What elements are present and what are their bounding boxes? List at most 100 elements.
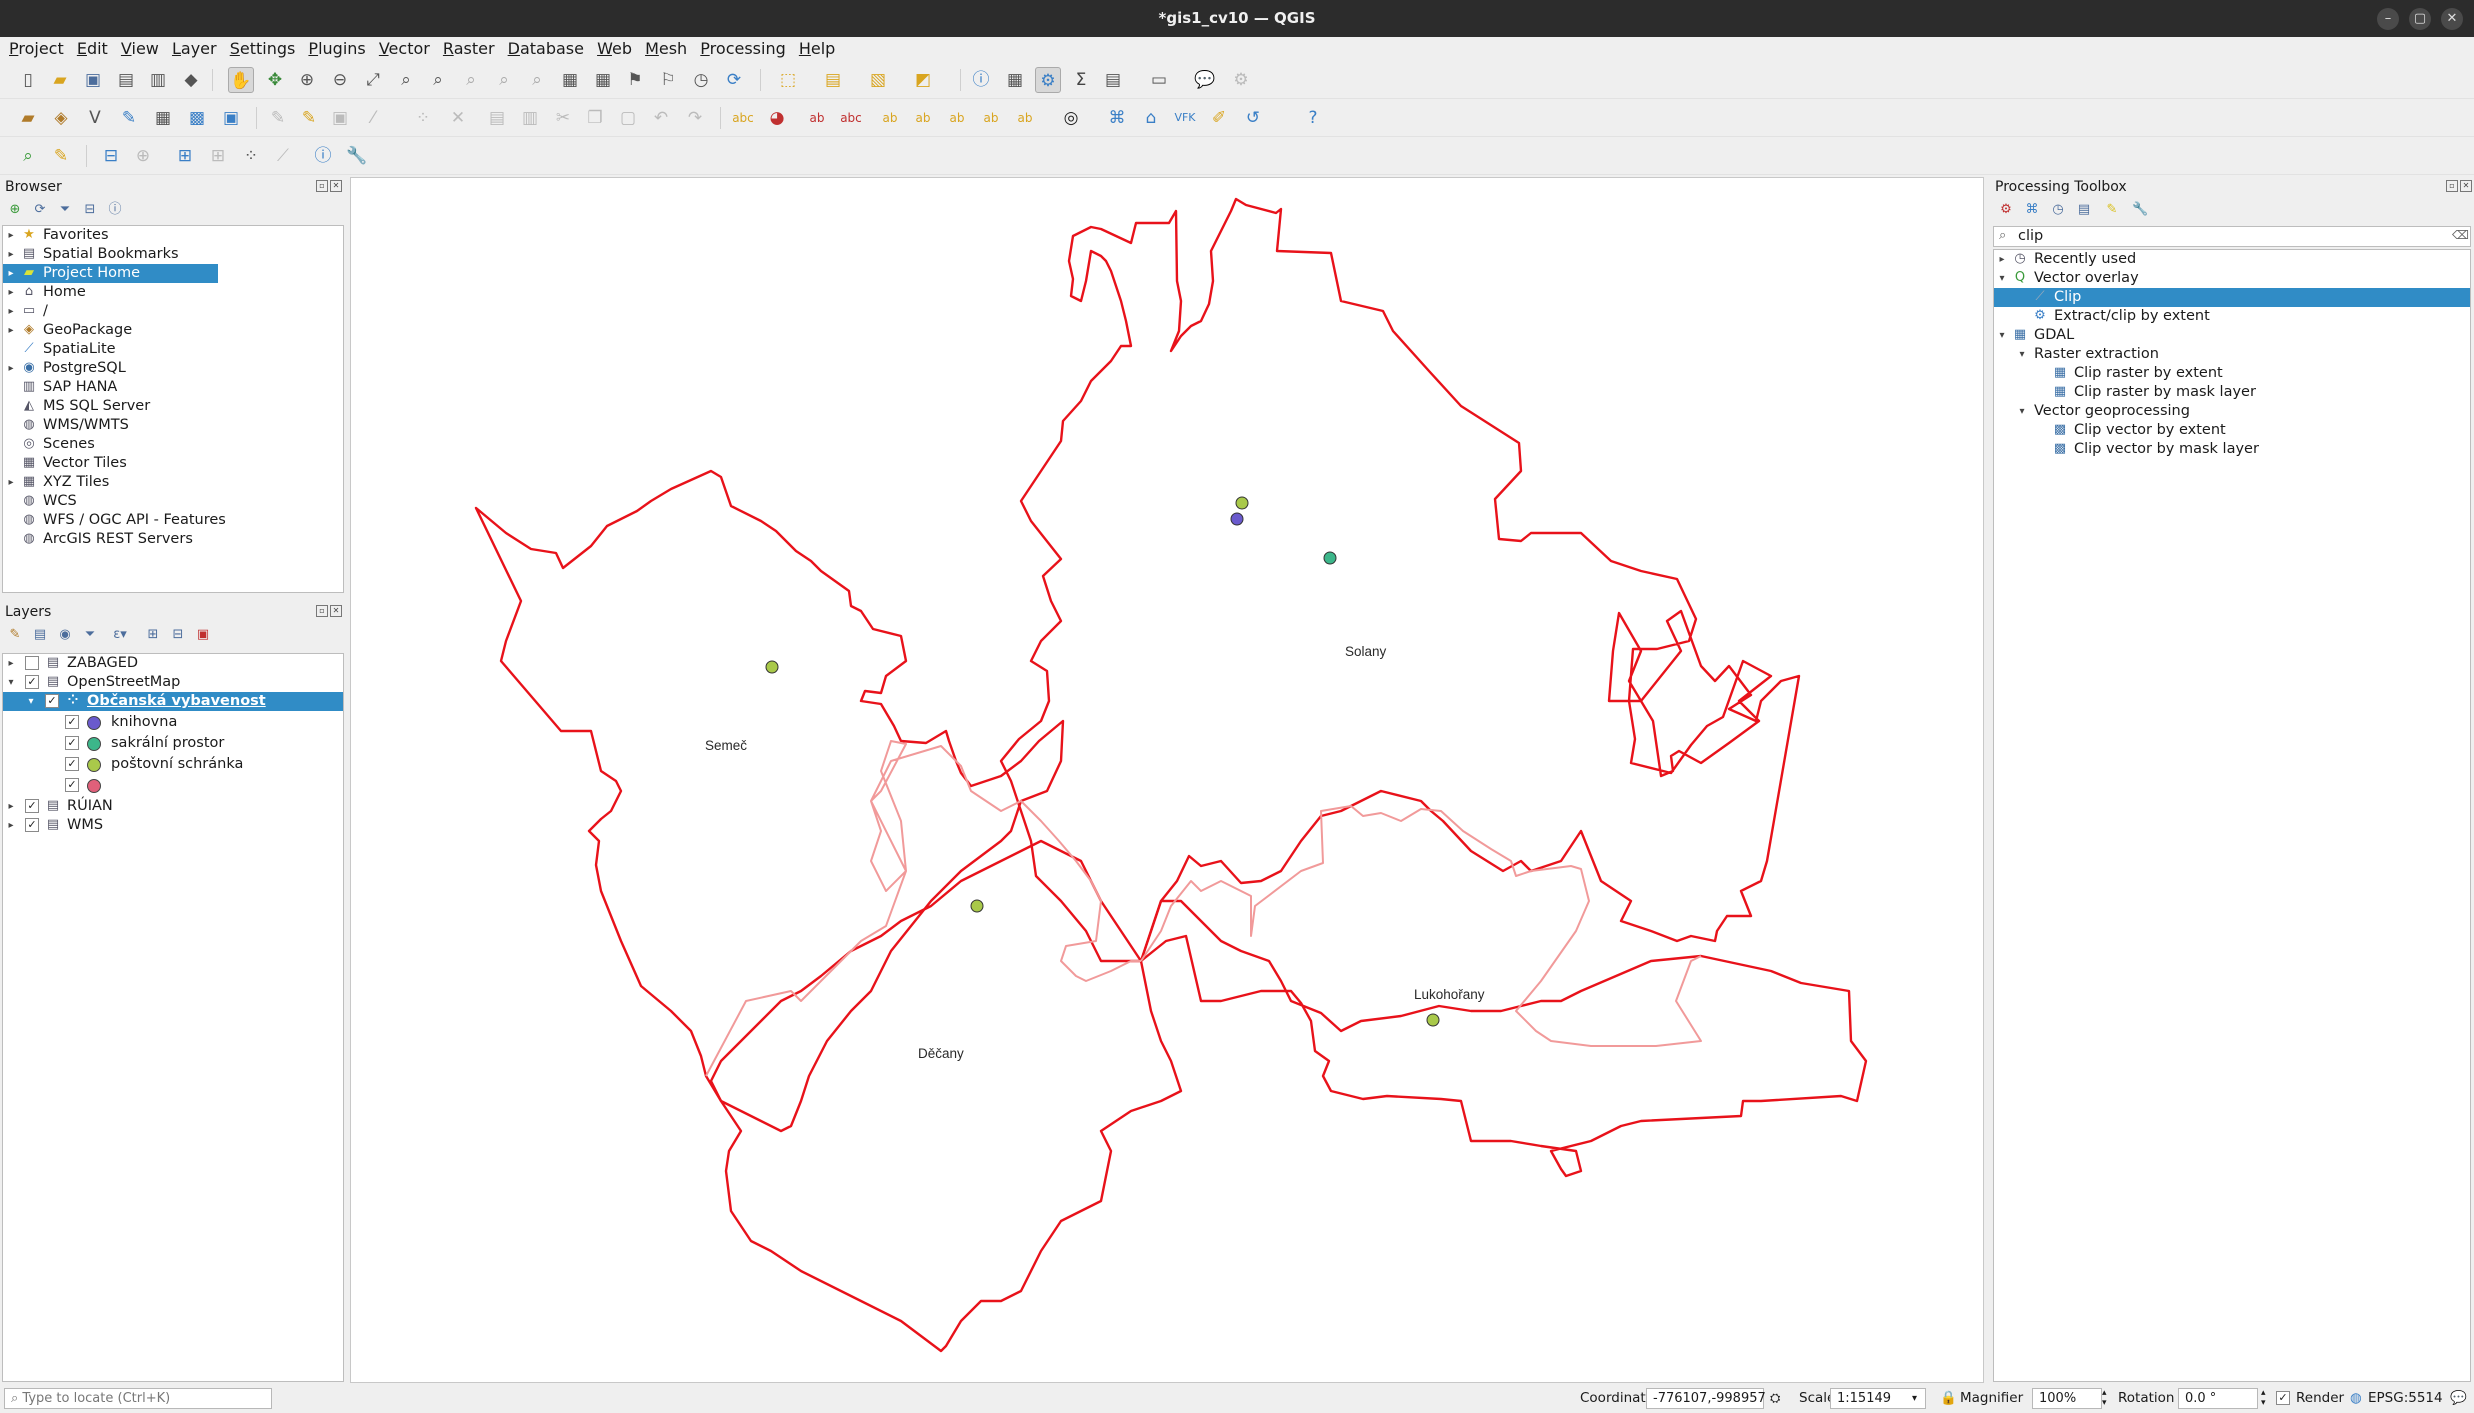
toggle-extents-icon[interactable]: ⛭ <box>1770 1388 1780 1409</box>
toolbox-group-vector-geoprocessing[interactable]: ▾ Vector geoprocessing <box>1994 402 2470 421</box>
layer-checkbox[interactable]: ✓ <box>25 818 39 832</box>
zoom-full-icon[interactable]: ⤢ <box>360 67 386 93</box>
paste-icon[interactable]: ▢ <box>615 105 641 131</box>
legend-item-sakralni-prostor[interactable]: ✓ sakrální prostor <box>3 734 343 753</box>
browser-item-wms[interactable]: ◍ WMS/WMTS <box>3 416 343 435</box>
legend-item-postovni-schranka[interactable]: ✓ poštovní schránka <box>3 755 343 774</box>
close-button[interactable]: ✕ <box>2441 8 2463 30</box>
temporal-controller-icon[interactable]: ◷ <box>688 67 714 93</box>
vertex-editor-icon[interactable]: ⊞ <box>172 143 198 169</box>
new-shapefile-icon[interactable]: V <box>82 105 108 131</box>
digitize-icon[interactable]: ✎ <box>116 105 142 131</box>
locator-search-icon[interactable]: ⌕ <box>15 143 41 169</box>
change-label-icon[interactable]: ab <box>1012 105 1038 131</box>
toolbox-search[interactable]: ⌕ clip ⌫ <box>1993 226 2471 247</box>
rotation-field[interactable]: 0.0 ° <box>2178 1388 2258 1409</box>
undo-icon[interactable]: ↶ <box>648 105 674 131</box>
browser-item-root[interactable]: ▸ ▭ / <box>3 302 343 321</box>
processing-toolbox-icon[interactable]: ⚙ <box>1035 67 1061 93</box>
statistics-icon[interactable]: Σ <box>1068 67 1094 93</box>
layer-checkbox[interactable]: ✓ <box>25 799 39 813</box>
menu-view[interactable]: View <box>117 37 163 61</box>
toolbox-alg-clip-vector-extent[interactable]: ▩ Clip vector by extent <box>1994 421 2470 440</box>
plugin-binoculars-icon[interactable]: ◎ <box>1058 105 1084 131</box>
browser-item-home[interactable]: ▸ ⌂ Home <box>3 283 343 302</box>
browser-item-bookmarks[interactable]: ▸ ▤ Spatial Bookmarks <box>3 245 343 264</box>
poi-postovni-schranka[interactable] <box>970 899 984 913</box>
style-manager-icon[interactable]: ◆ <box>178 67 204 93</box>
add-selected-layers-icon[interactable]: ⊕ <box>7 202 23 218</box>
zoom-out-icon[interactable]: ⊖ <box>327 67 353 93</box>
zoom-in-icon[interactable]: ⊕ <box>294 67 320 93</box>
browser-item-project-home[interactable]: ▸ ▰ Project Home <box>3 264 218 283</box>
info-icon[interactable]: ⓘ <box>310 143 336 169</box>
browser-item-arcgis[interactable]: ◍ ArcGIS REST Servers <box>3 530 343 549</box>
legend-item-other[interactable]: ✓ <box>3 776 343 795</box>
diagram-icon[interactable]: ◕ <box>764 105 790 131</box>
toolbox-group-recently-used[interactable]: ▸ ◷ Recently used <box>1994 250 2470 269</box>
identify-icon[interactable]: ⓘ <box>968 67 994 93</box>
pan-to-selection-icon[interactable]: ✥ <box>262 67 288 93</box>
toolbox-alg-clip-raster-mask[interactable]: ▦ Clip raster by mask layer <box>1994 383 2470 402</box>
add-group-icon[interactable]: ▤ <box>32 627 48 643</box>
toolbox-group-raster-extraction[interactable]: ▾ Raster extraction <box>1994 345 2470 364</box>
toolbox-group-gdal[interactable]: ▾ ▦ GDAL <box>1994 326 2470 345</box>
menu-processing[interactable]: Processing <box>696 37 789 61</box>
collapse-all-icon[interactable]: ⊟ <box>82 202 98 218</box>
results-viewer-icon[interactable]: ▤ <box>2076 202 2092 218</box>
crs-icon[interactable]: ◍ <box>2350 1388 2362 1409</box>
refresh-icon[interactable]: ⟳ <box>32 202 48 218</box>
save-edits-icon[interactable]: ▣ <box>327 105 353 131</box>
collapse-all-icon[interactable]: ⊟ <box>170 627 186 643</box>
layer-labeling-icon[interactable]: ab <box>804 105 830 131</box>
filter-expression-icon[interactable]: ε▾ <box>107 627 133 643</box>
style-panel-icon[interactable]: ✎ <box>7 627 23 643</box>
pan-icon[interactable]: ✋ <box>228 67 254 93</box>
browser-item-geopackage[interactable]: ▸ ◈ GeoPackage <box>3 321 343 340</box>
annotation-icon[interactable]: 💬 <box>1192 67 1218 93</box>
select-by-attribute-icon[interactable]: ▤ <box>820 67 846 93</box>
add-layer-icon[interactable]: ▦ <box>150 105 176 131</box>
save-project-icon[interactable]: ▣ <box>80 67 106 93</box>
map-canvas[interactable]: Solany Semeč Děčany Lukohořany <box>350 177 1984 1383</box>
move-label-icon[interactable]: ab <box>944 105 970 131</box>
deselect-icon[interactable]: ▧ <box>865 67 891 93</box>
merge-features-icon[interactable]: ⁘ <box>238 143 264 169</box>
wrench-icon[interactable]: 🔧 <box>344 143 370 169</box>
digitizing-tools-icon[interactable]: ✐ <box>1206 105 1232 131</box>
add-raster-icon[interactable]: ▩ <box>184 105 210 131</box>
close-panel-icon[interactable]: ✕ <box>330 180 342 192</box>
label-highlight-icon[interactable]: abc <box>838 105 864 131</box>
zoom-native-icon[interactable]: ⌕ <box>458 67 484 93</box>
new-map-view-icon[interactable]: ▦ <box>557 67 583 93</box>
vertex-tool-icon[interactable]: ⁘ <box>410 105 436 131</box>
attributes-table-icon[interactable]: ▤ <box>1100 67 1126 93</box>
float-panel-icon[interactable]: ▫ <box>316 180 328 192</box>
float-panel-icon[interactable]: ▫ <box>316 605 328 617</box>
poi-sakralni-prostor[interactable] <box>1323 551 1337 565</box>
toolbox-alg-clip-vector-mask[interactable]: ▩ Clip vector by mask layer <box>1994 440 2470 459</box>
menu-web[interactable]: Web <box>593 37 636 61</box>
measure-icon[interactable]: ▭ <box>1146 67 1172 93</box>
label-icon[interactable]: abc <box>730 105 756 131</box>
lock-scale-icon[interactable]: 🔒 <box>1940 1388 1957 1409</box>
advanced-digitizing-icon[interactable]: ⊟ <box>98 143 124 169</box>
menu-vector[interactable]: Vector <box>375 37 434 61</box>
crs-label[interactable]: EPSG:5514 <box>2368 1388 2443 1409</box>
close-panel-icon[interactable]: ✕ <box>330 605 342 617</box>
new-3d-view-icon[interactable]: ▦ <box>590 67 616 93</box>
filter-legend-icon[interactable]: ⏷ <box>82 627 98 643</box>
legend-checkbox[interactable]: ✓ <box>65 715 79 729</box>
refresh-icon[interactable]: ⟳ <box>721 67 747 93</box>
pin-labels-icon[interactable]: ab <box>877 105 903 131</box>
models-icon[interactable]: ⚙ <box>1998 202 2014 218</box>
coordinate-field[interactable]: -776107,-998957 <box>1646 1388 1766 1409</box>
current-edits-icon[interactable]: ✎ <box>265 105 291 131</box>
menu-project[interactable]: Project <box>5 37 68 61</box>
browser-item-favorites[interactable]: ▸ ★ Favorites <box>3 226 343 245</box>
scripts-icon[interactable]: ⌘ <box>2024 202 2040 218</box>
browser-item-xyz-tiles[interactable]: ▸ ▦ XYZ Tiles <box>3 473 343 492</box>
expand-all-icon[interactable]: ⊞ <box>145 627 161 643</box>
browser-item-wcs[interactable]: ◍ WCS <box>3 492 343 511</box>
menu-raster[interactable]: Raster <box>439 37 499 61</box>
